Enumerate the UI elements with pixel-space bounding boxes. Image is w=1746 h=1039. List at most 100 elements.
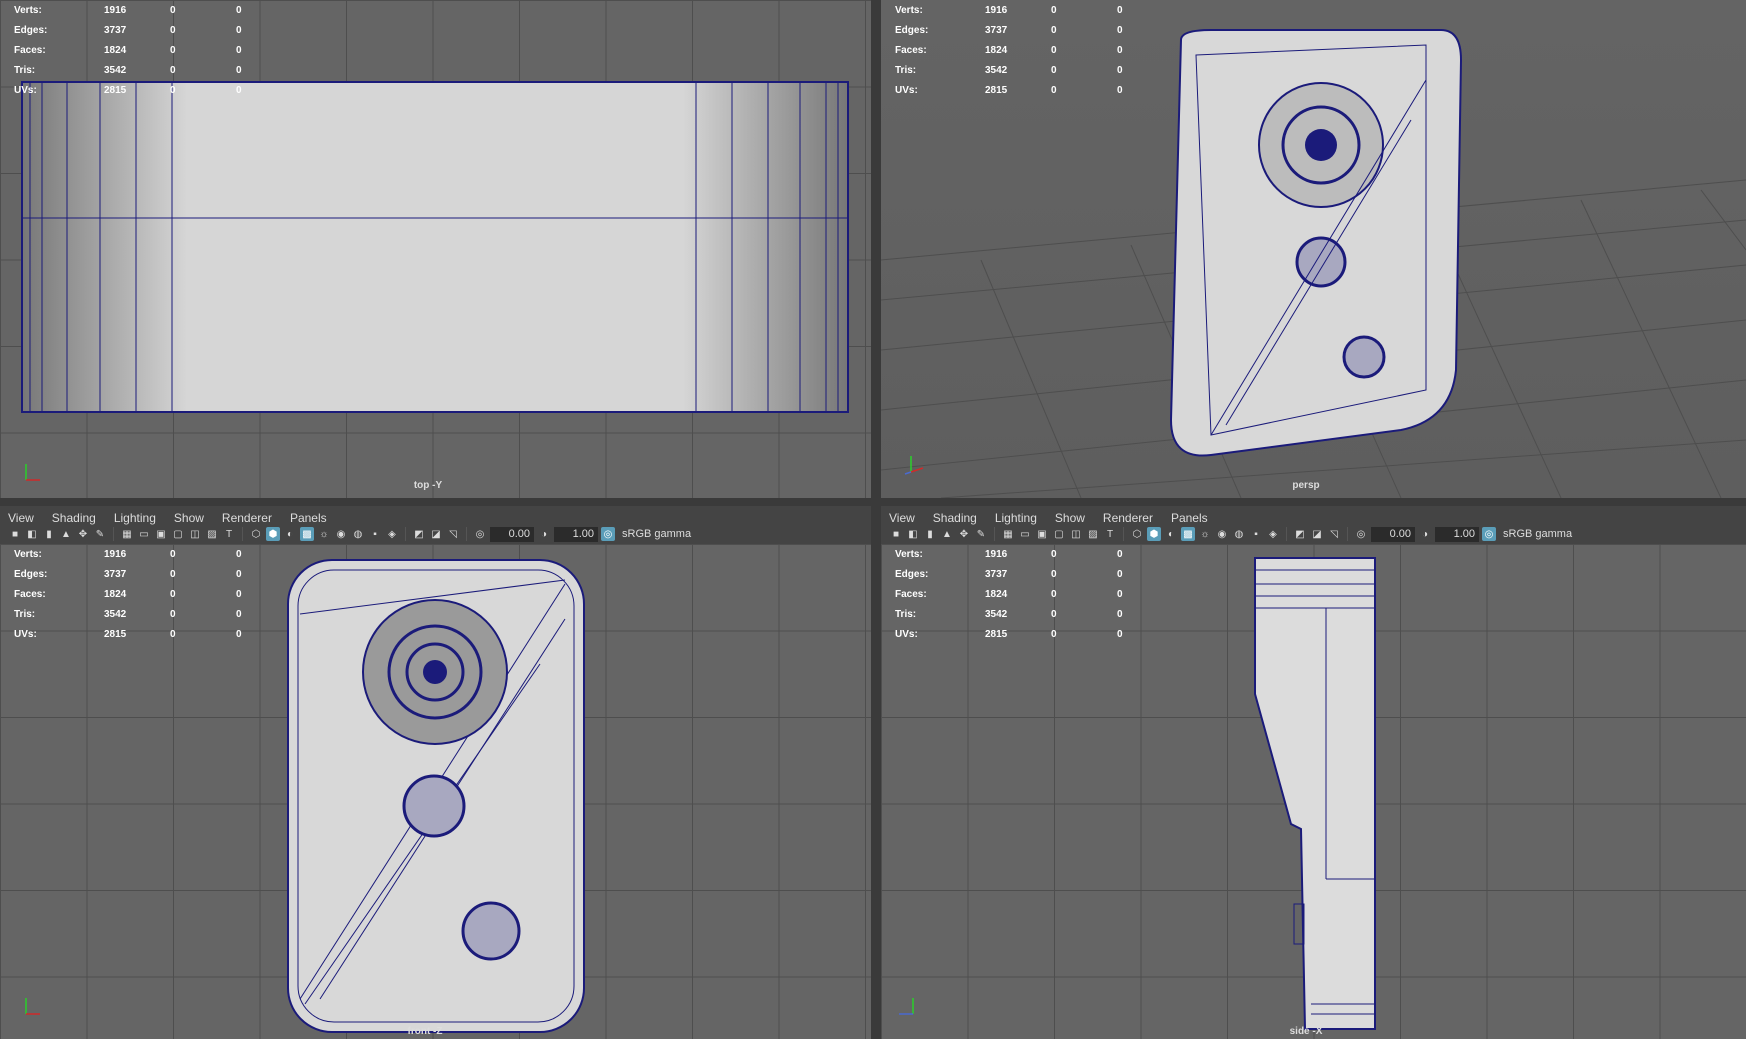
wireframe-on-shaded-icon[interactable]: ◐ xyxy=(283,527,297,541)
viewport-top[interactable]: Verts: 1916 0 0 Edges: 3737 0 0 Faces: 1824 0 0 T… xyxy=(0,0,871,498)
exposure-field[interactable]: 0.00 xyxy=(490,526,534,542)
viewport-persp[interactable]: Verts: 1916 0 0 Edges: 3737 0 0 Faces: 1824 0 0 T… xyxy=(881,0,1746,498)
colorspace-label[interactable]: sRGB gamma xyxy=(622,528,691,540)
gamma-icon[interactable]: ◑ xyxy=(1418,527,1432,541)
panel-toolbar-front: ■ ◧ ▮ ▲ ✥ ✎ ▦ ▭ ▣ ▢ ◫ ▨ T ⬡ ⬢ ◐ ▩ ☼ ◉ ◍ … xyxy=(0,524,871,544)
all-lights-icon[interactable]: ☼ xyxy=(1198,527,1212,541)
isolate-select-icon[interactable]: ◪ xyxy=(429,527,443,541)
xray-icon[interactable]: ◈ xyxy=(1266,527,1280,541)
image-plane-icon[interactable]: ▲ xyxy=(59,527,73,541)
menu-shading[interactable]: Shading xyxy=(52,511,96,525)
gamma-icon[interactable]: ◑ xyxy=(537,527,551,541)
pan-zoom-icon[interactable]: ✥ xyxy=(957,527,971,541)
toolbar-separator xyxy=(1347,527,1348,541)
menu-view[interactable]: View xyxy=(8,511,34,525)
menu-show[interactable]: Show xyxy=(174,511,204,525)
bookmark-icon[interactable]: ▮ xyxy=(923,527,937,541)
shadows-icon[interactable]: ◉ xyxy=(334,527,348,541)
image-plane-icon[interactable]: ▲ xyxy=(940,527,954,541)
menu-shading[interactable]: Shading xyxy=(933,511,977,525)
isolate-icon[interactable]: ▪ xyxy=(1249,527,1263,541)
toolbar-separator xyxy=(1123,527,1124,541)
field-chart-icon[interactable]: ◫ xyxy=(1069,527,1083,541)
film-gate-icon[interactable]: ▭ xyxy=(137,527,151,541)
camera-icon[interactable]: ■ xyxy=(889,527,903,541)
pan-zoom-icon[interactable]: ✥ xyxy=(76,527,90,541)
isolate-icon[interactable]: ▪ xyxy=(368,527,382,541)
safe-title-icon[interactable]: T xyxy=(222,527,236,541)
wireframe-on-shaded-icon[interactable]: ◐ xyxy=(1164,527,1178,541)
resolution-gate-icon[interactable]: ▣ xyxy=(1035,527,1049,541)
isolate-select-icon[interactable]: ◪ xyxy=(1310,527,1324,541)
gate-mask-icon[interactable]: ▢ xyxy=(171,527,185,541)
hud-label-tris: Tris: xyxy=(14,64,36,76)
shaded-icon[interactable]: ⬢ xyxy=(1147,527,1161,541)
toolbar-separator xyxy=(113,527,114,541)
grease-pencil-icon[interactable]: ✎ xyxy=(974,527,988,541)
camera-select-icon[interactable]: ◩ xyxy=(1293,527,1307,541)
grid-icon[interactable]: ▦ xyxy=(1001,527,1015,541)
pane-divider-vertical[interactable] xyxy=(871,0,881,1039)
textured-icon[interactable]: ▩ xyxy=(1181,527,1195,541)
viewport-side[interactable]: Verts: 1916 0 0 Edges: 3737 0 0 Faces: 1824 0 0 T… xyxy=(881,544,1746,1039)
toolbar-separator xyxy=(1286,527,1287,541)
poly-count-hud: Verts: 1916 0 0 Edges: 3737 0 0 Faces: 1824 0 0 T… xyxy=(14,0,242,100)
gamma-field[interactable]: 1.00 xyxy=(1435,526,1479,542)
all-lights-icon[interactable]: ☼ xyxy=(317,527,331,541)
menu-panels[interactable]: Panels xyxy=(290,511,327,525)
menu-renderer[interactable]: Renderer xyxy=(222,511,272,525)
axis-gizmo-icon xyxy=(904,456,924,475)
camera-attributes-icon[interactable]: ◧ xyxy=(906,527,920,541)
ambient-occlusion-icon[interactable]: ◍ xyxy=(351,527,365,541)
wireframe-icon[interactable]: ⬡ xyxy=(249,527,263,541)
camera-icon[interactable]: ■ xyxy=(8,527,22,541)
camera-label-top: top -Y xyxy=(413,480,443,491)
bookmark-icon[interactable]: ▮ xyxy=(42,527,56,541)
camera-label-side: side -X xyxy=(1289,1026,1323,1037)
pane-divider-horizontal[interactable] xyxy=(0,498,1746,506)
ambient-occlusion-icon[interactable]: ◍ xyxy=(1232,527,1246,541)
shadows-icon[interactable]: ◉ xyxy=(1215,527,1229,541)
field-chart-icon[interactable]: ◫ xyxy=(188,527,202,541)
resolution-gate-icon[interactable]: ▣ xyxy=(154,527,168,541)
exposure-icon[interactable]: ◎ xyxy=(473,527,487,541)
menu-lighting[interactable]: Lighting xyxy=(114,511,156,525)
gamma-field[interactable]: 1.00 xyxy=(554,526,598,542)
hud-label-uvs: UVs: xyxy=(14,84,37,96)
colorspace-icon[interactable]: ◎ xyxy=(601,527,615,541)
viewport-front[interactable]: Verts: 1916 0 0 Edges: 3737 0 0 Faces: 1824 0 0 T… xyxy=(0,544,871,1039)
menu-lighting[interactable]: Lighting xyxy=(995,511,1037,525)
exposure-icon[interactable]: ◎ xyxy=(1354,527,1368,541)
safe-title-icon[interactable]: T xyxy=(1103,527,1117,541)
wireframe-icon[interactable]: ⬡ xyxy=(1130,527,1144,541)
exposure-field[interactable]: 0.00 xyxy=(1371,526,1415,542)
shaded-icon[interactable]: ⬢ xyxy=(266,527,280,541)
toolbar-separator xyxy=(466,527,467,541)
camera-label-front: front -Z xyxy=(407,1026,443,1037)
camera-label-persp: persp xyxy=(1292,480,1320,491)
axis-gizmo-icon xyxy=(899,998,914,1015)
toolbar-separator xyxy=(405,527,406,541)
hud-toggle-icon[interactable]: ◹ xyxy=(446,527,460,541)
gate-mask-icon[interactable]: ▢ xyxy=(1052,527,1066,541)
safe-action-icon[interactable]: ▨ xyxy=(1086,527,1100,541)
colorspace-icon[interactable]: ◎ xyxy=(1482,527,1496,541)
xray-icon[interactable]: ◈ xyxy=(385,527,399,541)
camera-attributes-icon[interactable]: ◧ xyxy=(25,527,39,541)
textured-icon[interactable]: ▩ xyxy=(300,527,314,541)
menu-renderer[interactable]: Renderer xyxy=(1103,511,1153,525)
menu-view[interactable]: View xyxy=(889,511,915,525)
toolbar-separator xyxy=(242,527,243,541)
hud-toggle-icon[interactable]: ◹ xyxy=(1327,527,1341,541)
camera-select-icon[interactable]: ◩ xyxy=(412,527,426,541)
film-gate-icon[interactable]: ▭ xyxy=(1018,527,1032,541)
menu-panels[interactable]: Panels xyxy=(1171,511,1208,525)
poly-count-hud: Verts: 1916 0 0 Edges: 3737 0 0 Faces: 1824 0 0 T… xyxy=(895,548,1123,640)
grid-icon[interactable]: ▦ xyxy=(120,527,134,541)
grease-pencil-icon[interactable]: ✎ xyxy=(93,527,107,541)
safe-action-icon[interactable]: ▨ xyxy=(205,527,219,541)
poly-count-hud: Verts: 1916 0 0 Edges: 3737 0 0 Faces: 1824 0 0 T… xyxy=(14,548,242,640)
panel-toolbar-side: ■ ◧ ▮ ▲ ✥ ✎ ▦ ▭ ▣ ▢ ◫ ▨ T ⬡ ⬢ ◐ ▩ ☼ ◉ ◍ … xyxy=(881,524,1746,544)
menu-show[interactable]: Show xyxy=(1055,511,1085,525)
colorspace-label[interactable]: sRGB gamma xyxy=(1503,528,1572,540)
